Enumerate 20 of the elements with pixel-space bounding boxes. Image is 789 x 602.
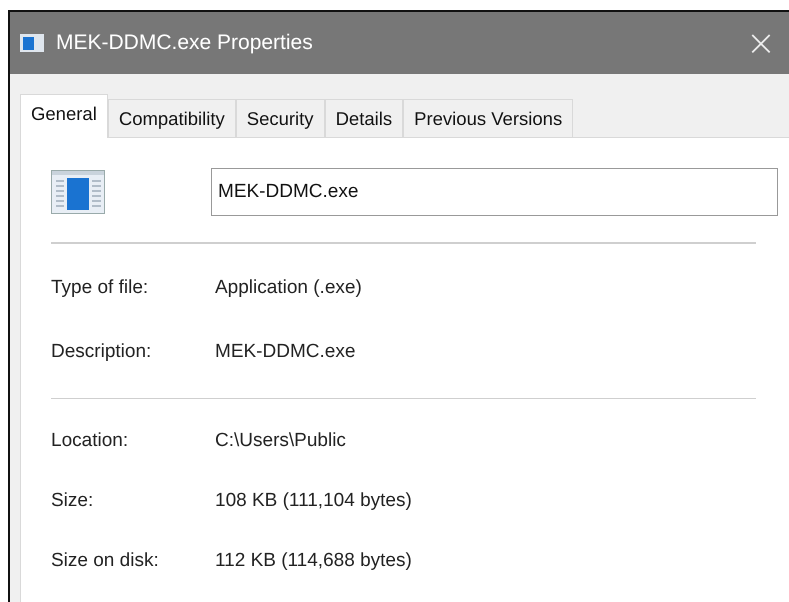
tab[interactable]: General — [20, 94, 108, 138]
application-icon — [20, 34, 44, 52]
property-value: 108 KB (111,104 bytes) — [215, 490, 412, 512]
property-value: MEK-DDMC.exe — [215, 340, 356, 362]
property-label: Description: — [51, 340, 152, 362]
file-name-field[interactable]: MEK-DDMC.exe — [211, 168, 778, 216]
application-icon — [51, 170, 105, 214]
property-value: 112 KB (114,688 bytes) — [215, 550, 412, 572]
property-label: Size: — [51, 490, 94, 512]
tab[interactable]: Security — [236, 99, 325, 137]
tab[interactable]: Previous Versions — [403, 99, 574, 137]
property-label: Size on disk: — [51, 550, 160, 572]
window-title: MEK-DDMC.exe Properties — [56, 31, 314, 55]
property-value: Application (.exe) — [215, 276, 362, 298]
close-button[interactable]: × — [733, 12, 789, 74]
tab[interactable]: Details — [324, 99, 404, 137]
property-label: Location: — [51, 430, 130, 452]
property-value: C:\Users\Public — [215, 430, 346, 452]
property-label: Type of file: — [51, 276, 150, 298]
tab[interactable]: Compatibility — [108, 99, 236, 137]
